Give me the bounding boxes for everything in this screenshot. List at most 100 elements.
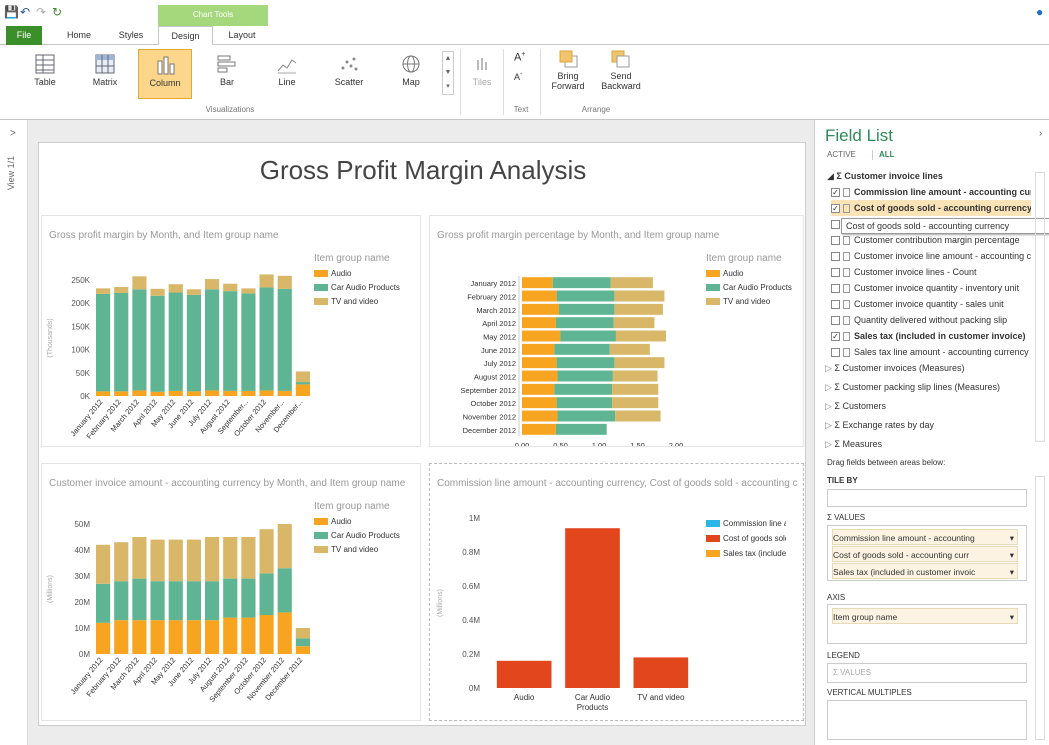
field-item[interactable]: Customer contribution margin percentage [831, 232, 1031, 248]
bar[interactable] [565, 528, 620, 688]
bar-segment[interactable] [612, 370, 658, 382]
bar-segment[interactable] [223, 537, 238, 579]
chart-tile-gpm-by-month[interactable]: Gross profit margin by Month, and Item g… [41, 215, 421, 447]
bar-segment[interactable] [259, 615, 274, 654]
bar-segment[interactable] [168, 539, 183, 582]
bar[interactable] [496, 660, 552, 688]
bar-segment[interactable] [295, 628, 311, 639]
dropdown-icon[interactable]: ▾ [1010, 530, 1014, 544]
field-group[interactable]: ▷ Σ Customer packing slip lines (Measure… [825, 379, 1025, 395]
scatter-button[interactable]: Scatter [324, 49, 374, 99]
bar-segment[interactable] [259, 390, 274, 396]
bar-button[interactable]: Bar [202, 49, 252, 99]
bar-segment[interactable] [223, 617, 238, 654]
bar-segment[interactable] [114, 542, 129, 582]
field-item[interactable]: ✓ Commission line amount - accounting cur… [831, 184, 1031, 200]
map-button[interactable]: Map [386, 49, 436, 99]
axis-zone[interactable]: Item group name ▾ [827, 604, 1027, 644]
expand-views-icon[interactable]: > [10, 128, 16, 139]
bar-segment[interactable] [610, 277, 653, 289]
vertical-multiples-zone[interactable] [827, 700, 1027, 740]
bar-segment[interactable] [186, 539, 202, 582]
tab-active[interactable]: ACTIVE [827, 150, 856, 159]
field-checkbox[interactable] [831, 316, 840, 326]
bar-segment[interactable] [522, 303, 559, 315]
bar-segment[interactable] [168, 292, 183, 391]
bar-segment[interactable] [150, 539, 165, 582]
bar-segment[interactable] [150, 620, 165, 654]
bar-segment[interactable] [132, 276, 147, 290]
field-checkbox[interactable] [831, 300, 840, 310]
areas-scrollbar[interactable] [1035, 476, 1045, 740]
bar-segment[interactable] [204, 581, 220, 621]
bar[interactable] [633, 657, 689, 688]
tile-by-zone[interactable] [827, 489, 1027, 507]
field-item[interactable]: Quantity delivered without packing slip [831, 312, 1031, 328]
field-checkbox[interactable] [831, 268, 840, 278]
bar-segment[interactable] [204, 537, 220, 582]
bar-segment[interactable] [204, 620, 220, 654]
bar-segment[interactable] [168, 390, 183, 396]
bar-segment[interactable] [132, 390, 147, 396]
bar-segment[interactable] [277, 524, 292, 569]
bar-segment[interactable] [132, 537, 147, 579]
help-icon[interactable]: ● [1036, 5, 1043, 19]
axis-item[interactable]: Item group name ▾ [832, 608, 1018, 624]
bar-segment[interactable] [556, 290, 615, 302]
bar-segment[interactable] [259, 287, 274, 391]
bar-segment[interactable] [186, 581, 202, 621]
bar-segment[interactable] [554, 343, 610, 355]
redo-icon[interactable]: ↷ [36, 5, 46, 19]
bar-segment[interactable] [277, 390, 292, 396]
bar-segment[interactable] [609, 343, 650, 355]
field-group[interactable]: ▷ Σ Exchange rates by day [825, 417, 1025, 433]
bar-segment[interactable] [114, 581, 129, 621]
table-button[interactable]: Table [20, 49, 70, 99]
bar-segment[interactable] [522, 357, 557, 369]
bar-segment[interactable] [522, 330, 561, 342]
field-item[interactable]: Customer invoice line amount - accountin… [831, 248, 1031, 264]
bar-segment[interactable] [168, 284, 183, 293]
bar-segment[interactable] [522, 277, 553, 289]
bar-segment[interactable] [114, 286, 129, 293]
bar-segment[interactable] [614, 303, 663, 315]
bar-segment[interactable] [241, 293, 256, 391]
field-group[interactable]: ▷ Σ Measures [825, 436, 1025, 452]
chart-tile-gpm-percentage[interactable]: Gross profit margin percentage by Month,… [429, 215, 804, 447]
field-group[interactable]: ▷ Σ Customer invoices (Measures) [825, 360, 1025, 376]
bar-segment[interactable] [241, 288, 256, 294]
undo-icon[interactable]: ↶ [20, 5, 30, 19]
bar-segment[interactable] [556, 397, 613, 409]
bar-segment[interactable] [612, 397, 659, 409]
value-item[interactable]: Commission line amount - accounting ▾ [832, 529, 1018, 545]
bar-segment[interactable] [295, 371, 311, 383]
bar-segment[interactable] [150, 288, 165, 296]
value-item[interactable]: Cost of goods sold - accounting curr ▾ [832, 546, 1018, 562]
field-item[interactable]: Customer invoice quantity - sales unit [831, 296, 1031, 312]
bar-segment[interactable] [168, 581, 183, 621]
field-checkbox[interactable] [831, 220, 840, 230]
field-checkbox[interactable] [831, 284, 840, 294]
bar-segment[interactable] [241, 617, 256, 654]
column-chart-3[interactable]: 0M10M20M30M40M50M(Millions)January 2012F… [42, 498, 312, 720]
bar-segment[interactable] [186, 289, 202, 295]
column-chart-4[interactable]: 0M 0.2M 0.4M 0.6M 0.8M 1M (Millions) Audio Car A… [430, 498, 705, 720]
field-item[interactable]: ✓ Cost of goods sold - accounting currenc… [831, 200, 1031, 216]
legend-item-audio[interactable]: Audio [706, 269, 801, 278]
bar-segment[interactable] [204, 390, 220, 396]
bar-segment[interactable] [132, 289, 147, 391]
bar-segment[interactable] [150, 391, 165, 396]
bar-segment[interactable] [95, 622, 111, 654]
bar-segment[interactable] [241, 537, 256, 579]
matrix-button[interactable]: Matrix [80, 49, 130, 99]
bar-segment[interactable] [223, 283, 238, 292]
tab-home[interactable]: Home [56, 26, 102, 45]
bar-segment[interactable] [95, 293, 111, 392]
legend-item-car-audio[interactable]: Car Audio Products [314, 283, 402, 292]
bar-segment[interactable] [555, 423, 607, 435]
field-checkbox[interactable] [831, 252, 840, 262]
bar-segment[interactable] [259, 529, 274, 574]
bar-segment[interactable] [552, 277, 611, 289]
field-item[interactable]: Customer invoice quantity - inventory un… [831, 280, 1031, 296]
legend-item-audio[interactable]: Audio [314, 269, 414, 278]
